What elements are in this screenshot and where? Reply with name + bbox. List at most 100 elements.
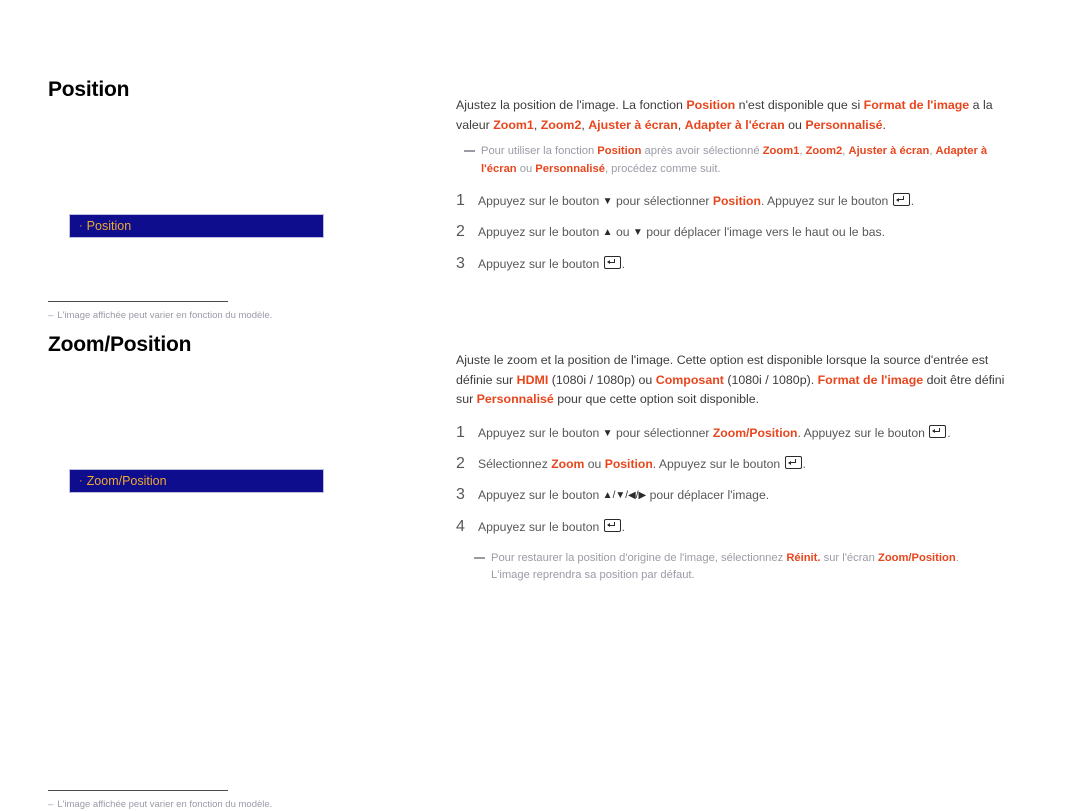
note-text-7: , procédez comme suit.: [604, 162, 721, 175]
step-text-part: Appuyez sur le bouton: [478, 519, 603, 534]
note-text-3: .: [955, 551, 959, 564]
arrow-down-icon: ▼: [602, 427, 613, 439]
zoom-position-description: Ajuste le zoom et la position de l'image…: [456, 351, 1016, 410]
step-number: 1: [456, 423, 465, 441]
step-text: Sélectionnez Zoom ou Position. Appuyez s…: [478, 455, 806, 473]
step-text: Appuyez sur le bouton .: [478, 255, 625, 273]
step-text: Appuyez sur le bouton ▼ pour sélectionne…: [478, 192, 914, 210]
note-text-line2: L'image reprendra sa position par défaut…: [491, 569, 695, 582]
desc-highlight-personnalise: Personnalisé: [805, 117, 883, 132]
enter-key-icon: [603, 518, 621, 532]
note-dash-icon: [474, 556, 485, 559]
step-text-part: . Appuyez sur le bouton: [652, 457, 784, 472]
position-description: Ajustez la position de l'image. La fonct…: [456, 96, 1016, 135]
note-highlight-zoom2: Zoom2: [805, 145, 843, 158]
note-text-2: après avoir sélectionné: [641, 145, 763, 158]
step-highlight-position: Position: [604, 457, 653, 472]
step-number: 2: [456, 455, 465, 473]
steps-list-zoom-position: 1 Appuyez sur le bouton ▼ pour sélection…: [456, 424, 1016, 536]
step-text-part: Appuyez sur le bouton: [478, 256, 603, 271]
step-text-part: .: [947, 425, 951, 440]
step-number: 3: [456, 254, 465, 272]
step-item: 1 Appuyez sur le bouton ▼ pour sélection…: [456, 192, 1016, 210]
desc-text-1: Ajustez la position de l'image. La fonct…: [456, 98, 687, 112]
osd-bullet-icon: ·: [79, 474, 83, 487]
osd-bullet-icon: ·: [79, 219, 83, 232]
osd-menu-item-label: Zoom/Position: [86, 473, 167, 488]
desc-text-2: n'est disponible que si: [735, 98, 864, 112]
desc-highlight-zoom2: Zoom2: [540, 117, 582, 132]
step-text-part: .: [802, 457, 806, 472]
note-highlight-personnalise: Personnalisé: [535, 162, 605, 175]
step-item: 3 Appuyez sur le bouton .: [456, 255, 1016, 273]
desc-text-3: (1080i / 1080p).: [723, 372, 818, 387]
enter-key-icon: [784, 456, 802, 470]
desc-highlight-ajuster-ecran: Ajuster à écran: [588, 117, 678, 132]
note-highlight-zoom-position: Zoom/Position: [877, 551, 956, 564]
enter-key-icon: [603, 255, 621, 269]
desc-text-2: (1080i / 1080p) ou: [548, 372, 656, 387]
note-text-1: Pour restaurer la position d'origine de …: [491, 551, 787, 564]
step-text-part: pour sélectionner: [612, 425, 713, 440]
enter-key-icon: [892, 192, 910, 206]
note-highlight-zoom1: Zoom1: [762, 145, 800, 158]
steps-list-position: 1 Appuyez sur le bouton ▼ pour sélection…: [456, 192, 1016, 273]
footnote-zoom-position: – L'image affichée peut varier en fonctio…: [48, 798, 428, 811]
step-text-part: pour déplacer l'image.: [646, 488, 770, 503]
desc-text-8: .: [882, 117, 886, 132]
step-text-part: . Appuyez sur le bouton: [760, 193, 892, 208]
osd-menu-item-position[interactable]: · Position: [69, 214, 324, 238]
footnote-dash-icon: –: [48, 310, 54, 321]
note-text-1: Pour utiliser la fonction: [481, 145, 598, 158]
step-text-part: pour déplacer l'image vers le haut ou le…: [642, 225, 885, 240]
step-item: 1 Appuyez sur le bouton ▼ pour sélection…: [456, 424, 1016, 442]
note-highlight-reinit: Réinit.: [786, 551, 821, 564]
arrow-directional-group-icon: ▲/▼/◀/▶: [602, 490, 647, 502]
step-item: 4 Appuyez sur le bouton .: [456, 518, 1016, 536]
footnote-text: L'image affichée peut varier en fonction…: [57, 310, 273, 321]
desc-highlight-composant: Composant: [655, 372, 724, 387]
step-text-part: .: [910, 193, 915, 208]
step-highlight-zoom: Zoom: [551, 457, 585, 472]
page-title-position: Position: [48, 78, 130, 101]
step-text-part: . Appuyez sur le bouton: [797, 425, 929, 440]
osd-menu-item-label: Position: [86, 218, 132, 233]
step-text: Appuyez sur le bouton .: [478, 518, 625, 536]
arrow-up-icon: ▲: [602, 227, 613, 239]
step-text-part: ou: [584, 457, 605, 472]
step-number: 1: [456, 191, 465, 209]
desc-highlight-adapter-ecran: Adapter à l'écran: [684, 117, 785, 132]
step-text-part: .: [621, 519, 626, 534]
osd-menu-item-zoom-position[interactable]: · Zoom/Position: [69, 469, 324, 493]
page-title-zoom-position: Zoom/Position: [48, 333, 192, 356]
footnote-dash-icon: –: [48, 799, 54, 810]
desc-highlight-zoom1: Zoom1: [493, 117, 534, 132]
desc-text-4: ,: [533, 117, 541, 132]
step-text-part: pour sélectionner: [612, 193, 713, 208]
arrow-down-icon: ▼: [632, 227, 643, 239]
desc-text-5: pour que cette option soit disponible.: [553, 392, 760, 407]
arrow-down-icon: ▼: [602, 195, 613, 207]
step-item: 3 Appuyez sur le bouton ▲/▼/◀/▶ pour dép…: [456, 486, 1016, 504]
step-text-part: Appuyez sur le bouton: [478, 488, 603, 503]
step-text: Appuyez sur le bouton ▲/▼/◀/▶ pour dépla…: [478, 486, 769, 504]
footnote-divider: [48, 790, 228, 791]
note-position-usage: Pour utiliser la fonction Position après…: [464, 143, 1016, 178]
step-text-part: Sélectionnez: [478, 457, 552, 472]
footnote-position: – L'image affichée peut varier en fonctio…: [48, 309, 428, 322]
step-text-part: ou: [612, 225, 633, 240]
step-text: Appuyez sur le bouton ▲ ou ▼ pour déplac…: [478, 223, 885, 241]
note-dash-icon: [464, 150, 475, 153]
step-highlight-zoom-position: Zoom/Position: [712, 425, 798, 440]
note-highlight-ajuster-ecran: Ajuster à écran: [848, 145, 930, 158]
desc-text-7: ou: [784, 117, 806, 132]
section-position-left-column: Position · Position – L'image affichée pe…: [48, 78, 428, 321]
enter-key-icon: [929, 424, 947, 438]
desc-highlight-personnalise: Personnalisé: [476, 392, 554, 407]
desc-highlight-format-image: Format de l'image: [863, 98, 970, 112]
section-position-right-column: Ajustez la position de l'image. La fonct…: [456, 96, 1016, 286]
manual-page: Position · Position – L'image affichée pe…: [0, 0, 1080, 810]
footnote-text: L'image affichée peut varier en fonction…: [57, 799, 273, 810]
step-item: 2 Sélectionnez Zoom ou Position. Appuyez…: [456, 455, 1016, 473]
footnote-divider: [48, 301, 228, 302]
